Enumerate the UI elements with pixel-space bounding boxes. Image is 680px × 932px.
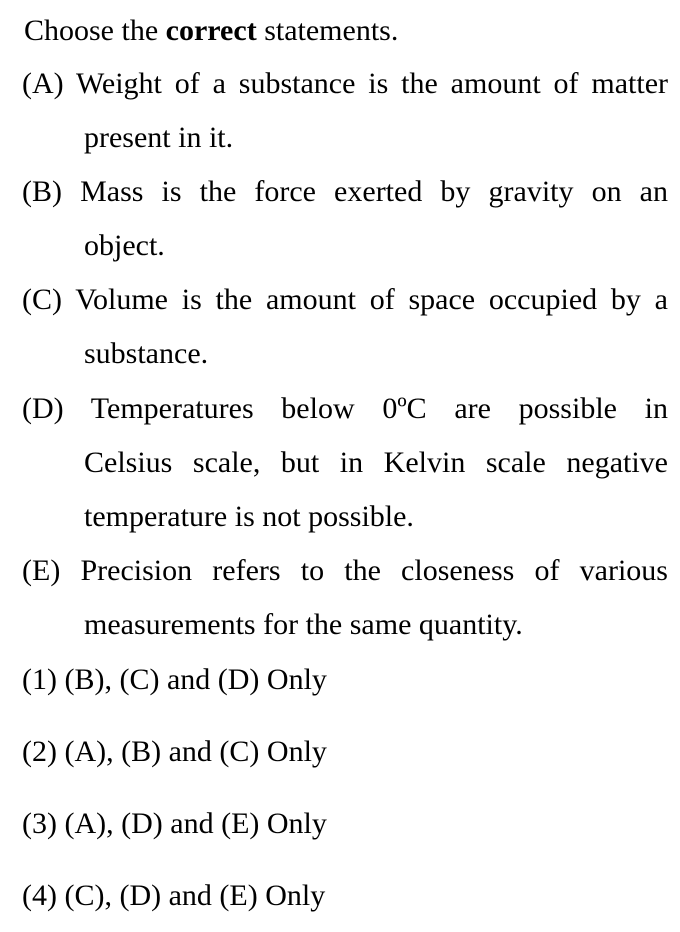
question-suffix: statements. xyxy=(256,14,399,47)
statement-c: (C) Volume is the amount of space occupi… xyxy=(22,273,668,381)
statement-d-line-1: (D) Temperatures below 0ºC are possible … xyxy=(22,392,668,425)
statement-b: (B) Mass is the force exerted by gravity… xyxy=(22,165,668,273)
question-prompt: Choose the correct statements. xyxy=(24,12,398,50)
statement-e: (E) Precision refers to the closeness of… xyxy=(22,544,668,652)
question-emphasis: correct xyxy=(165,14,257,47)
statement-e-line-1: (E) Precision refers to the closeness of… xyxy=(22,554,668,587)
statement-a: (A) Weight of a substance is the amount … xyxy=(22,57,668,165)
statement-c-line-1: (C) Volume is the amount of space occupi… xyxy=(22,283,668,316)
statement-d-line-3: temperature is not possible. xyxy=(84,500,414,533)
statement-d-line-2: Celsius scale, but in Kelvin scale negat… xyxy=(84,446,668,479)
question-prefix: Choose the xyxy=(24,14,166,47)
statement-e-line-2: measurements for the same quantity. xyxy=(84,608,523,641)
statement-a-line-2: present in it. xyxy=(84,121,234,154)
answer-option-4[interactable]: (4) (C), (D) and (E) Only xyxy=(22,877,325,915)
statement-d: (D) Temperatures below 0ºC are possible … xyxy=(22,382,668,544)
answer-option-1[interactable]: (1) (B), (C) and (D) Only xyxy=(22,661,327,699)
statement-b-line-1: (B) Mass is the force exerted by gravity… xyxy=(22,175,668,208)
statement-c-line-2: substance. xyxy=(84,337,209,370)
answer-option-3[interactable]: (3) (A), (D) and (E) Only xyxy=(22,805,327,843)
question-page: Choose the correct statements. (A) Weigh… xyxy=(0,0,680,932)
statement-b-line-2: object. xyxy=(84,229,165,262)
answer-option-2[interactable]: (2) (A), (B) and (C) Only xyxy=(22,733,327,771)
statement-a-line-1: (A) Weight of a substance is the amount … xyxy=(22,67,668,100)
